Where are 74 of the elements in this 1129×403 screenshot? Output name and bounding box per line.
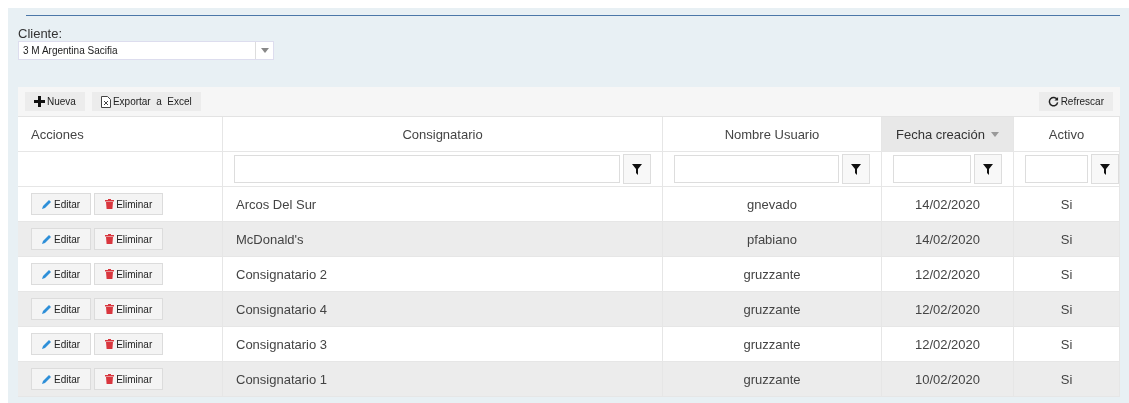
user-cell: gruzzante xyxy=(663,327,882,361)
client-label: Cliente: xyxy=(18,27,64,41)
filter-button[interactable] xyxy=(623,154,651,184)
delete-button[interactable]: Eliminar xyxy=(94,333,164,355)
refresh-button[interactable]: Refrescar xyxy=(1038,92,1113,111)
filter-field[interactable] xyxy=(234,155,620,183)
column-header[interactable]: Fecha creación xyxy=(882,117,1014,151)
caret-icon xyxy=(260,48,269,53)
pencil-icon xyxy=(42,269,52,279)
consignee-cell: Consignatario 1 xyxy=(223,362,663,396)
consignee-cell: McDonald's xyxy=(223,222,663,256)
trash-icon xyxy=(105,234,115,244)
delete-button[interactable]: Eliminar xyxy=(94,193,164,215)
new-button[interactable]: Nueva xyxy=(25,92,85,111)
delete-button[interactable]: Eliminar xyxy=(94,263,164,285)
active-cell: Si xyxy=(1014,327,1120,361)
column-header[interactable]: Activo xyxy=(1014,117,1120,151)
export-excel-button[interactable]: Exportar a Excel xyxy=(91,92,201,111)
active-cell: Si xyxy=(1014,257,1120,291)
filter-icon xyxy=(632,163,642,175)
sort-arrow-icon xyxy=(990,131,999,137)
trash-icon xyxy=(105,374,115,384)
filter-field[interactable] xyxy=(1025,155,1088,183)
refresh-icon xyxy=(1047,96,1059,107)
user-cell: gnevado xyxy=(663,187,882,221)
spreadsheet-file-icon xyxy=(100,95,111,108)
date-cell: 10/02/2020 xyxy=(882,362,1014,396)
edit-button[interactable]: Editar xyxy=(31,193,92,215)
consignee-cell: Consignatario 2 xyxy=(223,257,663,291)
edit-button[interactable]: Editar xyxy=(31,298,92,320)
active-cell: Si xyxy=(1014,362,1120,396)
pencil-icon xyxy=(42,374,52,384)
consignee-cell: Consignatario 4 xyxy=(223,292,663,326)
trash-icon xyxy=(105,339,115,349)
pencil-icon xyxy=(42,199,52,209)
edit-button[interactable]: Editar xyxy=(31,368,92,390)
date-cell: 12/02/2020 xyxy=(882,292,1014,326)
column-header[interactable]: Consignatario xyxy=(223,117,663,151)
trash-icon xyxy=(105,269,115,279)
client-dropdown[interactable]: 3 M Argentina Sacifia xyxy=(18,41,274,60)
filter-field[interactable] xyxy=(674,155,839,183)
date-cell: 14/02/2020 xyxy=(882,187,1014,221)
delete-button[interactable]: Eliminar xyxy=(94,368,164,390)
filter-button[interactable] xyxy=(974,154,1002,184)
consignee-cell: Consignatario 3 xyxy=(223,327,663,361)
user-cell: gruzzante xyxy=(663,362,882,396)
delete-button[interactable]: Eliminar xyxy=(94,228,164,250)
consignee-cell: Arcos Del Sur xyxy=(223,187,663,221)
filter-icon xyxy=(983,163,993,175)
column-header[interactable]: Acciones xyxy=(18,117,223,151)
pencil-icon xyxy=(42,304,52,314)
active-cell: Si xyxy=(1014,187,1120,221)
pencil-icon xyxy=(42,234,52,244)
date-cell: 14/02/2020 xyxy=(882,222,1014,256)
edit-button[interactable]: Editar xyxy=(31,333,92,355)
filter-icon xyxy=(1100,163,1110,175)
user-cell: pfabiano xyxy=(663,222,882,256)
edit-button[interactable]: Editar xyxy=(31,263,92,285)
trash-icon xyxy=(105,199,115,209)
active-cell: Si xyxy=(1014,292,1120,326)
user-cell: gruzzante xyxy=(663,257,882,291)
filter-icon xyxy=(851,163,861,175)
plus-icon xyxy=(34,96,45,107)
filter-button[interactable] xyxy=(1091,154,1119,184)
date-cell: 12/02/2020 xyxy=(882,327,1014,361)
active-cell: Si xyxy=(1014,222,1120,256)
delete-button[interactable]: Eliminar xyxy=(94,298,164,320)
date-cell: 12/02/2020 xyxy=(882,257,1014,291)
pencil-icon xyxy=(42,339,52,349)
filter-button[interactable] xyxy=(842,154,870,184)
user-cell: gruzzante xyxy=(663,292,882,326)
filter-field[interactable] xyxy=(893,155,971,183)
trash-icon xyxy=(105,304,115,314)
edit-button[interactable]: Editar xyxy=(31,228,92,250)
